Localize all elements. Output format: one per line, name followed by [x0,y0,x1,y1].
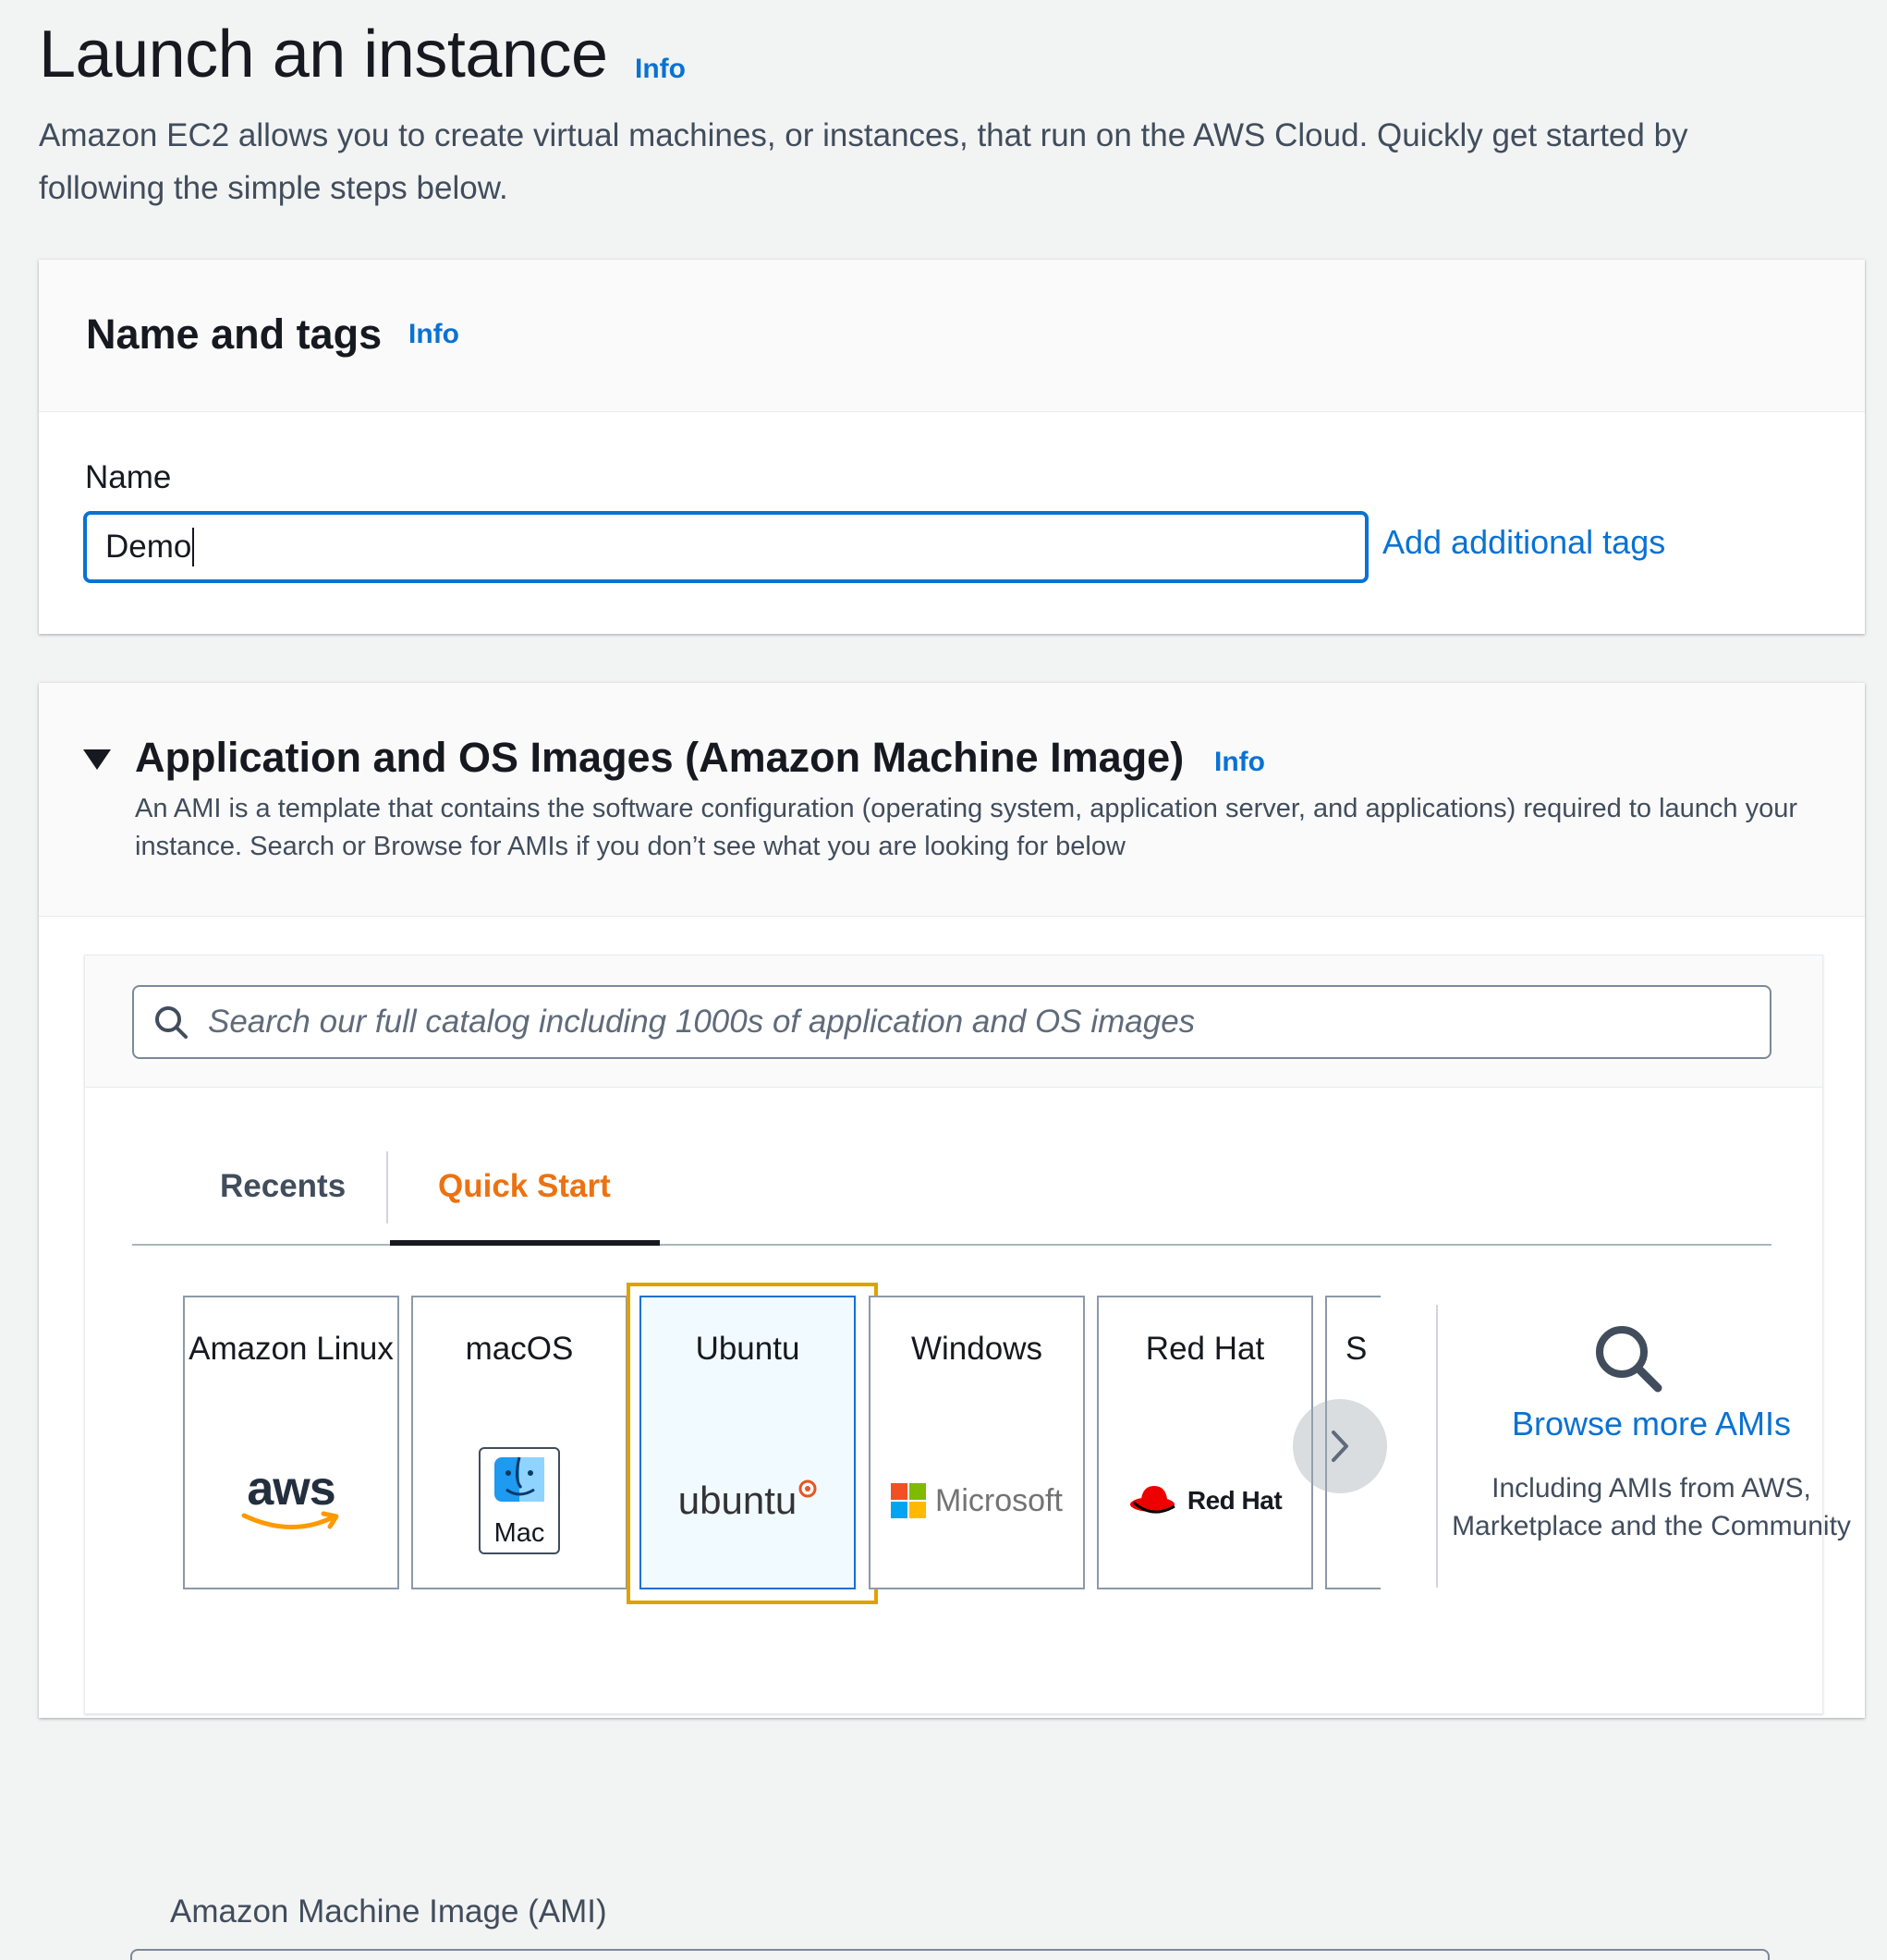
name-and-tags-panel: Name and tags Info Name Demo [39,260,1865,634]
search-icon [1591,1321,1665,1400]
search-placeholder: Search our full catalog including 1000s … [208,1004,1196,1040]
logo-text: Red Hat [1187,1486,1283,1515]
active-tab-indicator [390,1240,660,1246]
tab-divider [386,1151,388,1223]
logo-text: Microsoft [935,1482,1063,1518]
info-link[interactable]: Info [635,54,686,85]
section-heading: Application and OS Images (Amazon Machin… [135,734,1185,781]
collapse-caret-icon[interactable] [83,749,111,770]
os-tile-label: Windows [911,1331,1042,1367]
name-input-value: Demo [105,529,192,565]
name-field-label: Name [85,459,172,495]
os-tile-red-hat[interactable]: Red Hat Red Hat [1097,1296,1313,1589]
logo-text: Mac [493,1518,545,1548]
tab-recents[interactable]: Recents [220,1168,346,1205]
ami-panel: Application and OS Images (Amazon Machin… [39,683,1865,1960]
section-description: An AMI is a template that contains the s… [135,794,1797,861]
aws-logo-icon: aws [185,1445,397,1556]
logo-text: aws [247,1462,335,1516]
divider [1436,1305,1438,1588]
ami-search-input[interactable]: Search our full catalog including 1000s … [132,985,1771,1059]
page-title: Launch an instance [39,18,608,91]
name-input[interactable]: Demo [83,511,1369,583]
redhat-logo-icon: Red Hat [1099,1445,1311,1556]
os-tile-label: macOS [465,1331,574,1367]
section-heading: Name and tags [86,310,383,358]
os-tile-label: Red Hat [1145,1331,1265,1367]
text-cursor [192,528,195,566]
tabs-baseline [132,1244,1771,1246]
selection-highlight [627,1283,878,1604]
add-additional-tags-link[interactable]: Add additional tags [1382,523,1665,562]
os-tile-macos[interactable]: macOS Mac [411,1296,627,1589]
info-link[interactable]: Info [408,319,459,350]
browse-more-amis-link[interactable]: Browse more AMIs [1439,1405,1864,1443]
chevron-right-icon [1332,1430,1348,1462]
search-icon [155,1006,188,1039]
ami-field-label: Amazon Machine Image (AMI) [170,1893,607,1930]
browse-description: Including AMIs from AWS, Marketplace and… [1452,1473,1851,1541]
info-link[interactable]: Info [1214,747,1265,778]
carousel-next-button[interactable] [1293,1399,1387,1493]
ami-select[interactable] [130,1949,1770,1960]
os-tile-label: S [1345,1331,1368,1367]
tab-quick-start[interactable]: Quick Start [438,1168,611,1205]
page-description: Amazon EC2 allows you to create virtual … [39,117,1688,206]
mac-finder-icon: Mac [413,1445,626,1556]
os-tile-windows[interactable]: Windows Microsoft [869,1296,1085,1589]
microsoft-logo-icon: Microsoft [870,1445,1083,1556]
ami-selector-container: Search our full catalog including 1000s … [84,955,1851,1960]
os-tile-label: Amazon Linux [189,1331,394,1367]
os-tile-amazon-linux[interactable]: Amazon Linux aws [183,1296,399,1589]
